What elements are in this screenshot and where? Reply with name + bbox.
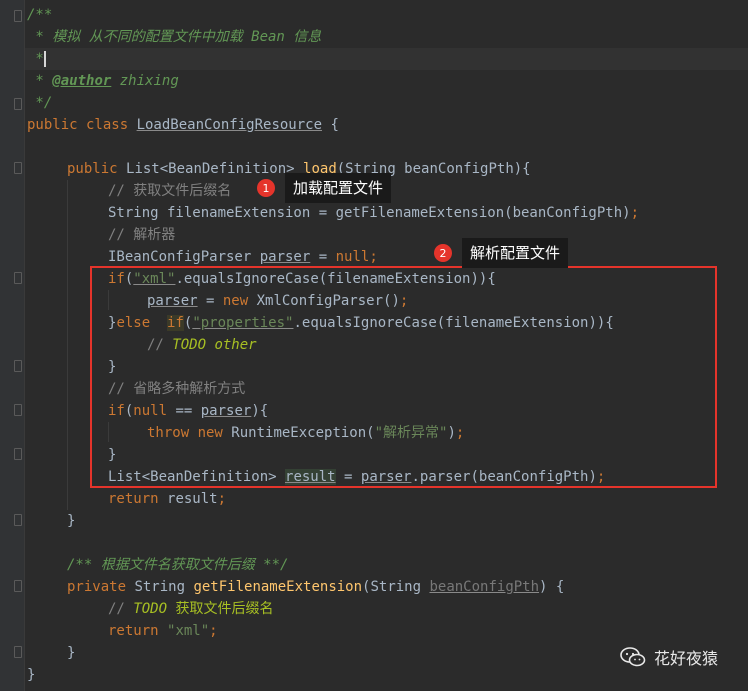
- editor-gutter: [0, 0, 25, 691]
- semicolon: ;: [217, 491, 227, 507]
- keyword: public: [67, 161, 127, 177]
- parameter[interactable]: beanConfigPth: [429, 579, 539, 595]
- keyword: public class: [27, 117, 137, 133]
- todo-comment: TODO: [133, 601, 176, 617]
- string-literal: "xml": [167, 623, 210, 639]
- code-line: // TODO 获取文件后缀名: [108, 598, 273, 620]
- class-name[interactable]: LoadBeanConfigResource: [137, 117, 322, 133]
- code-text: String filenameExtension = getFilenameEx…: [108, 205, 631, 221]
- fold-marker-icon[interactable]: [14, 98, 22, 110]
- current-line-highlight: [25, 48, 748, 70]
- wechat-icon: [620, 647, 646, 667]
- line-comment: // 获取文件后缀名: [108, 183, 232, 199]
- author-name: zhixing: [111, 73, 179, 89]
- fold-marker-icon[interactable]: [14, 162, 22, 174]
- fold-marker-icon[interactable]: [14, 360, 22, 372]
- text-cursor: [43, 51, 46, 67]
- watermark: 花好夜猿: [620, 645, 718, 669]
- annotation-number: 1: [257, 179, 275, 197]
- code-text: }: [67, 513, 76, 529]
- code-line: private String getFilenameExtension(Stri…: [67, 576, 564, 598]
- doc-comment: */: [27, 95, 53, 111]
- semicolon: ;: [369, 249, 378, 265]
- variable[interactable]: parser: [260, 249, 311, 265]
- code-line: // 解析器: [108, 224, 175, 246]
- annotation-callout: 2 解析配置文件: [434, 238, 569, 268]
- code-line: *: [27, 48, 46, 70]
- keyword: return: [108, 491, 168, 507]
- code-line: }: [67, 642, 75, 664]
- keyword: return: [108, 623, 168, 639]
- code-text: result: [167, 491, 218, 507]
- highlight-box: [90, 266, 717, 488]
- doc-comment: /** 根据文件名获取文件后缀 **/: [67, 557, 289, 573]
- code-line: }: [27, 664, 35, 686]
- author-tag: @author: [52, 73, 112, 89]
- code-text: }: [67, 645, 76, 661]
- indent-guide: [67, 180, 68, 510]
- fold-marker-icon[interactable]: [14, 272, 22, 284]
- code-text: String: [134, 579, 194, 595]
- watermark-text: 花好夜猿: [654, 649, 719, 668]
- fold-marker-icon[interactable]: [14, 646, 22, 658]
- keyword: null: [335, 249, 370, 265]
- code-text: }: [27, 667, 36, 683]
- code-line: */: [27, 92, 52, 114]
- doc-comment: /**: [27, 7, 53, 23]
- code-text: ) {: [539, 579, 565, 595]
- code-line: // 获取文件后缀名: [108, 180, 231, 202]
- code-line: public class LoadBeanConfigResource {: [27, 114, 339, 136]
- semicolon: ;: [630, 205, 640, 221]
- code-text: =: [310, 249, 336, 265]
- doc-comment: *: [27, 51, 44, 67]
- code-line: IBeanConfigParser parser = null;: [108, 246, 378, 268]
- annotation-label: 解析配置文件: [462, 238, 569, 268]
- doc-comment: *: [27, 73, 53, 89]
- keyword: private: [67, 579, 135, 595]
- fold-marker-icon[interactable]: [14, 448, 22, 460]
- line-comment: // 解析器: [108, 227, 176, 243]
- line-comment: //: [108, 601, 134, 617]
- method-name[interactable]: getFilenameExtension: [193, 579, 362, 595]
- code-line: return result;: [108, 488, 226, 510]
- code-line: * 模拟 从不同的配置文件中加载 Bean 信息: [27, 26, 321, 48]
- code-text: IBeanConfigParser: [108, 249, 260, 265]
- code-line: /** 根据文件名获取文件后缀 **/: [67, 554, 288, 576]
- code-line: /**: [27, 4, 52, 26]
- code-line: return "xml";: [108, 620, 218, 642]
- code-line: String filenameExtension = getFilenameEx…: [108, 202, 639, 224]
- annotation-callout: 1 加载配置文件: [257, 173, 392, 203]
- fold-marker-icon[interactable]: [14, 404, 22, 416]
- code-line: }: [67, 510, 75, 532]
- fold-marker-icon[interactable]: [14, 10, 22, 22]
- fold-marker-icon[interactable]: [14, 580, 22, 592]
- annotation-label: 加载配置文件: [285, 173, 392, 203]
- code-text: {: [322, 117, 339, 133]
- doc-comment: * 模拟 从不同的配置文件中加载 Bean 信息: [27, 29, 322, 45]
- code-text: (String: [362, 579, 430, 595]
- fold-marker-icon[interactable]: [14, 514, 22, 526]
- annotation-number: 2: [434, 244, 452, 262]
- semicolon: ;: [209, 623, 218, 639]
- todo-comment: 获取文件后缀名: [175, 601, 274, 617]
- code-line: * @author zhixing: [27, 70, 179, 92]
